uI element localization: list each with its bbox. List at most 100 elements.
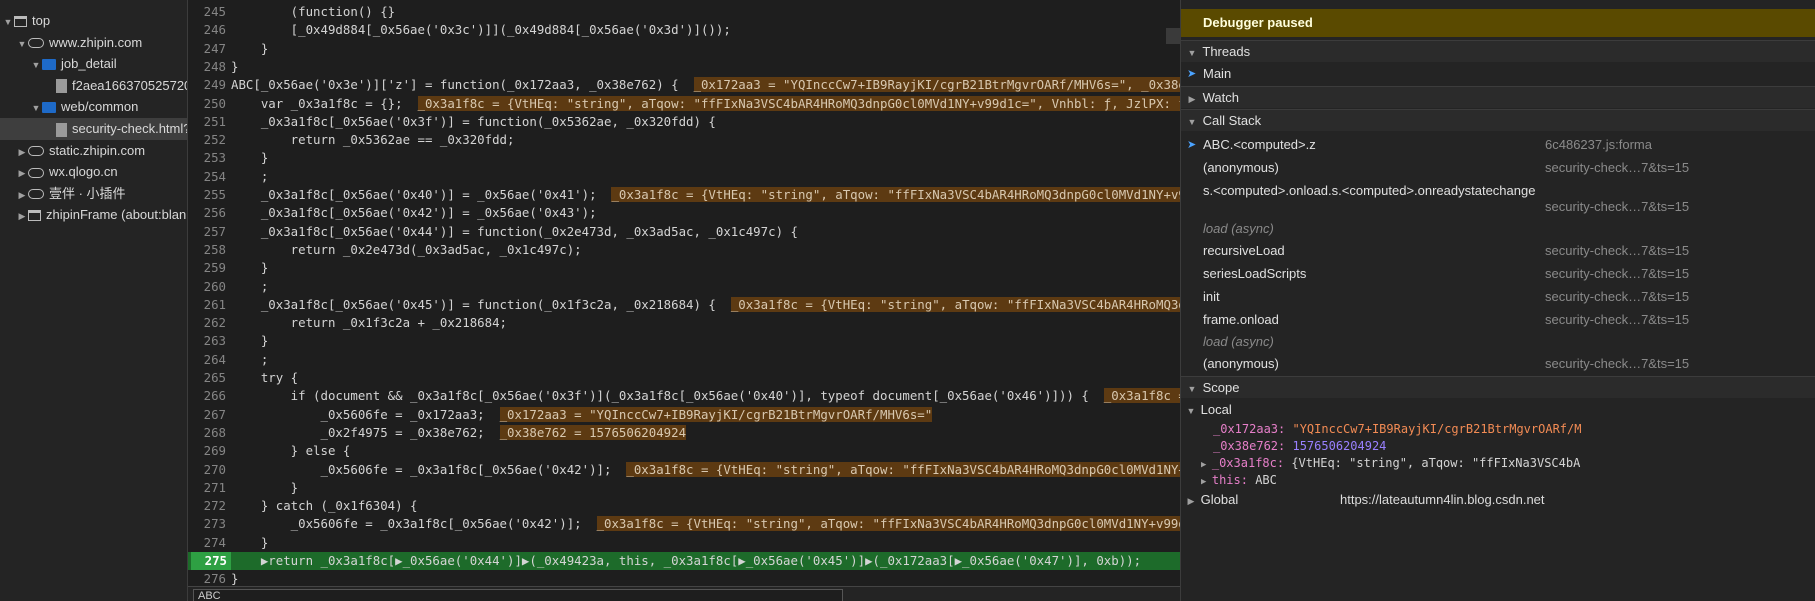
tree-item[interactable]: ▶ static.zhipin.com bbox=[0, 140, 187, 162]
code-line[interactable]: 248} bbox=[188, 58, 1180, 76]
code-line[interactable]: 263 } bbox=[188, 332, 1180, 350]
callstack-frame[interactable]: frame.onload security-check…7&ts=15 bbox=[1181, 309, 1815, 331]
line-number[interactable]: 254 bbox=[188, 168, 226, 186]
code-line[interactable]: 269 } else { bbox=[188, 442, 1180, 460]
callstack-frame[interactable]: recursiveLoad security-check…7&ts=15 bbox=[1181, 240, 1815, 262]
thread-main[interactable]: ➤ Main bbox=[1181, 63, 1815, 85]
threads-section-header[interactable]: ▼ Threads bbox=[1181, 40, 1815, 62]
line-number[interactable]: 270 bbox=[188, 461, 226, 479]
tree-item[interactable]: ▼ job_detail bbox=[0, 53, 187, 75]
line-number[interactable]: 252 bbox=[188, 131, 226, 149]
line-number[interactable]: 264 bbox=[188, 351, 226, 369]
code-line[interactable]: 250 var _0x3a1f8c = {}; _0x3a1f8c = {VtH… bbox=[188, 95, 1180, 113]
line-number[interactable]: 248 bbox=[188, 58, 226, 76]
frame-location[interactable]: security-check…7&ts=15 bbox=[1545, 286, 1689, 308]
code-line[interactable]: 272 } catch (_0x1f6304) { bbox=[188, 497, 1180, 515]
frame-location[interactable]: security-check…7&ts=15 bbox=[1545, 353, 1689, 375]
chevron-right-icon[interactable]: ▶ bbox=[1201, 477, 1212, 487]
tree-item[interactable]: ▼ top bbox=[0, 10, 187, 32]
code-line[interactable]: 251 _0x3a1f8c[_0x56ae('0x3f')] = functio… bbox=[188, 113, 1180, 131]
callstack-frame[interactable]: init security-check…7&ts=15 bbox=[1181, 286, 1815, 308]
code-line[interactable]: 258 return _0x2e473d(_0x3ad5ac, _0x1c497… bbox=[188, 241, 1180, 259]
code-line[interactable]: 270 _0x5606fe = _0x3a1f8c[_0x56ae('0x42'… bbox=[188, 461, 1180, 479]
code-line[interactable]: 268 _0x2f4975 = _0x38e762; _0x38e762 = 1… bbox=[188, 424, 1180, 442]
callstack-frame[interactable]: (anonymous) security-check…7&ts=15 bbox=[1181, 353, 1815, 375]
line-number[interactable]: 251 bbox=[188, 113, 226, 131]
line-number[interactable]: 267 bbox=[188, 406, 226, 424]
code-line[interactable]: 267 _0x5606fe = _0x172aa3; _0x172aa3 = "… bbox=[188, 406, 1180, 424]
current-code-line[interactable]: 275 ▶return _0x3a1f8c[▶_0x56ae('0x44')]▶… bbox=[188, 552, 1180, 570]
line-number[interactable]: 246 bbox=[188, 21, 226, 39]
callstack-frame[interactable]: s.<computed>.onload.s.<computed>.onready… bbox=[1181, 180, 1815, 216]
line-number[interactable]: 262 bbox=[188, 314, 226, 332]
scope-local-header[interactable]: ▼ Local bbox=[1181, 399, 1815, 421]
code-editor[interactable]: 245 (function() {} 246 [_0x49d884[_0x56ae… bbox=[188, 0, 1180, 601]
scope-section-header[interactable]: ▼ Scope bbox=[1181, 376, 1815, 398]
line-number[interactable]: 257 bbox=[188, 223, 226, 241]
chevron-down-icon[interactable]: ▼ bbox=[16, 33, 28, 54]
line-number[interactable]: 259 bbox=[188, 259, 226, 277]
code-line[interactable]: 262 return _0x1f3c2a + _0x218684; bbox=[188, 314, 1180, 332]
code-line[interactable]: 274 } bbox=[188, 534, 1180, 552]
line-number[interactable]: 256 bbox=[188, 204, 226, 222]
line-number[interactable]: 260 bbox=[188, 278, 226, 296]
scope-variable[interactable]: _0x172aa3: "YQInccCw7+IB9RayjKI/cgrB21Bt… bbox=[1181, 420, 1815, 438]
line-number[interactable]: 253 bbox=[188, 149, 226, 167]
line-number[interactable]: 249 bbox=[188, 76, 226, 94]
scope-variable[interactable]: ▶ _0x3a1f8c: {VtHEq: "string", aTqow: "f… bbox=[1181, 454, 1815, 472]
tree-item[interactable]: ▶ 壹伴 · 小插件 bbox=[0, 183, 187, 205]
frame-location[interactable]: security-check…7&ts=15 bbox=[1545, 309, 1689, 331]
tree-item[interactable]: ▶ zhipinFrame (about:blank bbox=[0, 204, 187, 226]
frame-location[interactable]: security-check…7&ts=15 bbox=[1545, 240, 1689, 262]
code-line[interactable]: 256 _0x3a1f8c[_0x56ae('0x42')] = _0x56ae… bbox=[188, 204, 1180, 222]
chevron-right-icon[interactable]: ▶ bbox=[16, 141, 28, 162]
code-line[interactable]: 252 return _0x5362ae == _0x320fdd; bbox=[188, 131, 1180, 149]
tree-item[interactable]: ▶ wx.qlogo.cn bbox=[0, 161, 187, 183]
line-number[interactable]: 272 bbox=[188, 497, 226, 515]
chevron-down-icon[interactable]: ▼ bbox=[30, 97, 42, 118]
tree-item[interactable]: ▼ www.zhipin.com bbox=[0, 32, 187, 54]
line-number[interactable]: 274 bbox=[188, 534, 226, 552]
frame-location[interactable]: security-check…7&ts=15 bbox=[1545, 157, 1689, 179]
code-line[interactable]: 247 } bbox=[188, 40, 1180, 58]
frame-location[interactable]: security-check…7&ts=15 bbox=[1545, 196, 1689, 216]
chevron-down-icon[interactable]: ▼ bbox=[2, 11, 14, 32]
line-number[interactable]: 269 bbox=[188, 442, 226, 460]
chevron-right-icon[interactable]: ▶ bbox=[1201, 460, 1212, 470]
line-number[interactable]: 250 bbox=[188, 95, 226, 113]
callstack-frame[interactable]: ➤ ABC.<computed>.z 6c486237.js:forma bbox=[1181, 134, 1815, 156]
watch-section-header[interactable]: ▶ Watch bbox=[1181, 86, 1815, 108]
line-number[interactable]: 255 bbox=[188, 186, 226, 204]
code-line[interactable]: 264 ; bbox=[188, 351, 1180, 369]
editor-search-input[interactable]: ABC bbox=[193, 589, 843, 601]
chevron-right-icon[interactable]: ▶ bbox=[16, 162, 28, 183]
code-line[interactable]: 265 try { bbox=[188, 369, 1180, 387]
callstack-frame[interactable]: (anonymous) security-check…7&ts=15 bbox=[1181, 157, 1815, 179]
line-number[interactable]: 271 bbox=[188, 479, 226, 497]
code-line[interactable]: 255 _0x3a1f8c[_0x56ae('0x40')] = _0x56ae… bbox=[188, 186, 1180, 204]
line-number[interactable]: 265 bbox=[188, 369, 226, 387]
code-line[interactable]: 261 _0x3a1f8c[_0x56ae('0x45')] = functio… bbox=[188, 296, 1180, 314]
scope-variable[interactable]: ▶ this: ABC bbox=[1181, 471, 1815, 489]
tree-item[interactable]: security-check.html?s bbox=[0, 118, 187, 140]
chevron-right-icon[interactable]: ▶ bbox=[16, 184, 28, 205]
code-line[interactable]: 257 _0x3a1f8c[_0x56ae('0x44')] = functio… bbox=[188, 223, 1180, 241]
chevron-right-icon[interactable]: ▶ bbox=[16, 205, 28, 226]
line-number[interactable]: 266 bbox=[188, 387, 226, 405]
line-number[interactable]: 263 bbox=[188, 332, 226, 350]
line-number[interactable]: 247 bbox=[188, 40, 226, 58]
scope-variable[interactable]: _0x38e762: 1576506204924 bbox=[1181, 437, 1815, 455]
code-line[interactable]: 273 _0x5606fe = _0x3a1f8c[_0x56ae('0x42'… bbox=[188, 515, 1180, 533]
line-number[interactable]: 245 bbox=[188, 3, 226, 21]
code-line[interactable]: 245 (function() {} bbox=[188, 3, 1180, 21]
line-number[interactable]: 258 bbox=[188, 241, 226, 259]
code-line[interactable]: 254 ; bbox=[188, 168, 1180, 186]
code-line[interactable]: 271 } bbox=[188, 479, 1180, 497]
code-line[interactable]: 246 [_0x49d884[_0x56ae('0x3c')]](_0x49d8… bbox=[188, 21, 1180, 39]
code-line[interactable]: 249 ABC[_0x56ae('0x3e')]['z'] = function(… bbox=[188, 76, 1180, 94]
code-line[interactable]: 253 } bbox=[188, 149, 1180, 167]
line-number[interactable]: 275 bbox=[191, 552, 231, 570]
editor-scrollbar-thumb[interactable] bbox=[1166, 28, 1180, 44]
frame-location[interactable]: 6c486237.js:forma bbox=[1545, 134, 1652, 156]
tree-item[interactable]: ▼ web/common bbox=[0, 96, 187, 118]
